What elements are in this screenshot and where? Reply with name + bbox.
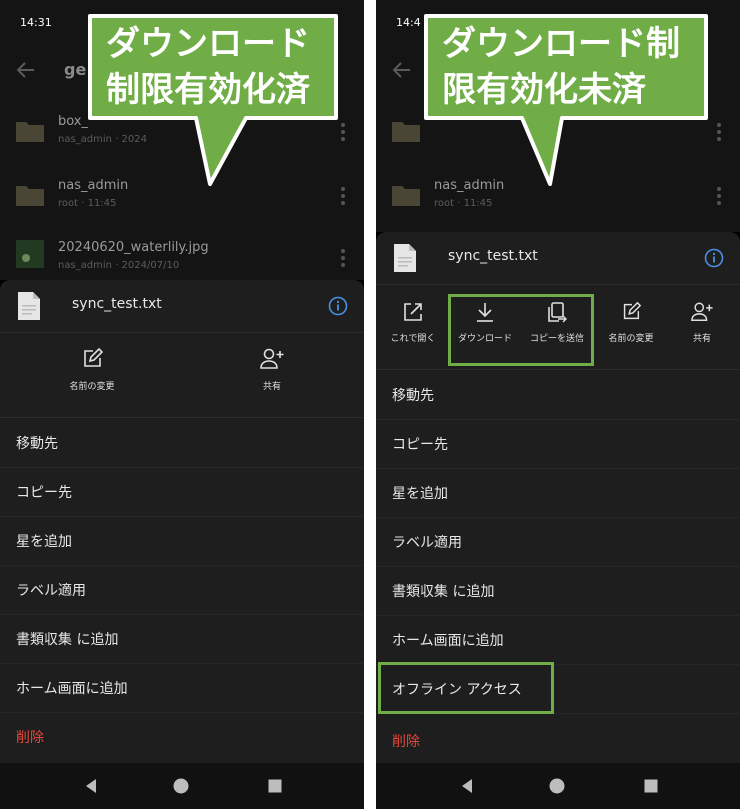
back-arrow-icon[interactable] xyxy=(390,58,414,82)
sheet-file-name: sync_test.txt xyxy=(448,248,538,264)
menu-item-delete[interactable]: 削除 xyxy=(0,712,364,761)
action-label: 共有 xyxy=(262,382,281,392)
download-copy-highlight xyxy=(448,294,594,366)
info-icon[interactable] xyxy=(704,248,724,268)
text-file-icon xyxy=(18,292,40,320)
file-meta: root · 11:45 xyxy=(434,198,493,209)
rename-action[interactable]: 名前の変更 xyxy=(596,301,666,344)
right-phone-screen: 14:4 nas_admin root · 11:45 sync_test.tx… xyxy=(376,0,740,809)
file-meta: nas_admin · 2024/07/10 xyxy=(58,260,180,271)
menu-item-copy[interactable]: コピー先 xyxy=(0,467,364,517)
more-vert-icon[interactable] xyxy=(716,122,722,142)
menu-item-star[interactable]: 星を追加 xyxy=(0,516,364,566)
nav-recents-icon[interactable] xyxy=(266,777,284,795)
share-person-icon xyxy=(691,302,713,321)
callout-line-1: ダウンロード xyxy=(106,24,310,64)
offline-access-highlight xyxy=(378,662,554,714)
more-vert-icon[interactable] xyxy=(716,186,722,206)
open-with-action[interactable]: これで開く xyxy=(380,301,446,344)
file-actions-sheet: sync_test.txt 名前の変更 共有 移動先 コピー先 星を追加 ラベル… xyxy=(0,280,364,763)
menu-item-home-screen[interactable]: ホーム画面に追加 xyxy=(0,663,364,713)
menu-item-move[interactable]: 移動先 xyxy=(0,418,364,468)
folder-icon xyxy=(16,186,44,206)
text-file-icon xyxy=(394,244,416,272)
folder-title: ge xyxy=(64,60,87,79)
callout-line-2: 制限有効化済 xyxy=(106,70,310,110)
nav-back-icon[interactable] xyxy=(458,777,476,795)
file-meta: root · 11:45 xyxy=(58,198,117,209)
menu-item-copy[interactable]: コピー先 xyxy=(376,419,740,469)
menu-item-collect[interactable]: 書類収集 に追加 xyxy=(376,566,740,616)
rename-icon xyxy=(84,347,104,367)
menu-item-home-screen[interactable]: ホーム画面に追加 xyxy=(376,615,740,665)
status-time: 14:31 xyxy=(20,16,52,29)
open-external-icon xyxy=(404,303,422,321)
rename-icon xyxy=(623,301,642,320)
status-time: 14:4 xyxy=(396,16,421,29)
action-bar: 名前の変更 共有 xyxy=(0,333,364,418)
more-vert-icon[interactable] xyxy=(340,186,346,206)
menu-item-star[interactable]: 星を追加 xyxy=(376,468,740,518)
action-label: 名前の変更 xyxy=(608,334,654,344)
callout-line-2: 限有効化未済 xyxy=(442,70,646,110)
folder-icon xyxy=(392,186,420,206)
file-name: 20240620_waterlily.jpg xyxy=(58,240,209,255)
system-nav-bar xyxy=(376,763,740,809)
share-action[interactable]: 共有 xyxy=(222,347,322,392)
system-nav-bar xyxy=(0,763,364,809)
file-name: box_ xyxy=(58,114,88,129)
rename-action[interactable]: 名前の変更 xyxy=(42,347,142,392)
back-arrow-icon[interactable] xyxy=(14,58,38,82)
nav-home-icon[interactable] xyxy=(548,777,566,795)
menu-item-label[interactable]: ラベル適用 xyxy=(376,517,740,567)
menu-item-move[interactable]: 移動先 xyxy=(376,370,740,420)
nav-home-icon[interactable] xyxy=(172,777,190,795)
sheet-file-name: sync_test.txt xyxy=(72,296,162,312)
info-icon[interactable] xyxy=(328,296,348,316)
menu-item-delete[interactable]: 削除 xyxy=(376,716,740,765)
image-thumbnail-icon xyxy=(16,240,44,268)
folder-icon xyxy=(16,122,44,142)
action-label: これで開く xyxy=(390,334,436,344)
menu-item-label[interactable]: ラベル適用 xyxy=(0,565,364,615)
folder-icon xyxy=(392,122,420,142)
sheet-header: sync_test.txt xyxy=(0,280,364,333)
left-phone-screen: 14:31 ge box_ nas_admin · 2024 nas_admin… xyxy=(0,0,364,809)
more-vert-icon[interactable] xyxy=(340,248,346,268)
share-action[interactable]: 共有 xyxy=(670,301,734,344)
share-person-icon xyxy=(260,348,284,369)
callout-line-1: ダウンロード制 xyxy=(442,24,680,64)
action-label: 共有 xyxy=(692,334,711,344)
nav-recents-icon[interactable] xyxy=(642,777,660,795)
menu-item-collect[interactable]: 書類収集 に追加 xyxy=(0,614,364,664)
nav-back-icon[interactable] xyxy=(82,777,100,795)
sheet-header: sync_test.txt xyxy=(376,232,740,285)
action-label: 名前の変更 xyxy=(69,382,115,392)
